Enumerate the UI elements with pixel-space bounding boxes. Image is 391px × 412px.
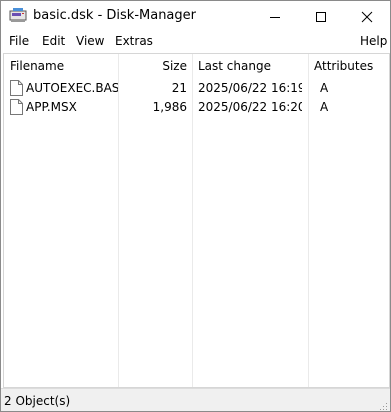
status-bar: 2 Object(s) bbox=[1, 388, 390, 411]
column-header-filename[interactable]: Filename bbox=[10, 59, 64, 73]
column-header-size[interactable]: Size bbox=[119, 59, 187, 73]
file-size: 1,986 bbox=[152, 100, 187, 114]
status-object-count: 2 Object(s) bbox=[4, 394, 71, 408]
close-icon bbox=[361, 11, 373, 22]
close-button[interactable] bbox=[344, 1, 390, 32]
maximize-icon bbox=[316, 11, 326, 22]
column-header-attributes[interactable]: Attributes bbox=[314, 59, 373, 73]
disk-manager-app-icon bbox=[9, 8, 27, 24]
file-size: 21 bbox=[171, 81, 187, 95]
resize-grip-icon[interactable] bbox=[378, 400, 388, 410]
title-bar[interactable]: basic.dsk - Disk-Manager bbox=[1, 1, 390, 32]
column-header-last-change[interactable]: Last change bbox=[198, 59, 271, 73]
menu-help[interactable]: Help bbox=[359, 34, 388, 48]
file-last-change: 2025/06/22 16:20:... bbox=[198, 100, 302, 114]
minimize-button[interactable] bbox=[252, 1, 298, 32]
file-list[interactable]: Filename Size Last change Attributes AUT… bbox=[3, 53, 390, 388]
file-name: APP.MSX bbox=[26, 100, 77, 114]
minimize-icon bbox=[270, 16, 280, 18]
list-header: Filename Size Last change Attributes bbox=[4, 54, 389, 77]
menu-extras[interactable]: Extras bbox=[114, 34, 154, 48]
menu-bar: File Edit View Extras Help bbox=[1, 32, 390, 52]
file-icon bbox=[10, 99, 23, 115]
menu-view[interactable]: View bbox=[75, 34, 105, 48]
file-icon bbox=[10, 80, 23, 96]
list-item[interactable]: AUTOEXEC.BAS 21 2025/06/22 16:19:... A bbox=[4, 79, 389, 97]
file-name: AUTOEXEC.BAS bbox=[26, 81, 118, 95]
file-last-change: 2025/06/22 16:19:... bbox=[198, 81, 302, 95]
list-item[interactable]: APP.MSX 1,986 2025/06/22 16:20:... A bbox=[4, 98, 389, 116]
file-attributes: A bbox=[320, 100, 329, 114]
disk-manager-window: basic.dsk - Disk-Manager File Edit View … bbox=[0, 0, 391, 412]
menu-edit[interactable]: Edit bbox=[41, 34, 66, 48]
file-attributes: A bbox=[320, 81, 329, 95]
menu-file[interactable]: File bbox=[8, 34, 30, 48]
maximize-button[interactable] bbox=[298, 1, 344, 32]
window-title: basic.dsk - Disk-Manager bbox=[33, 8, 196, 23]
